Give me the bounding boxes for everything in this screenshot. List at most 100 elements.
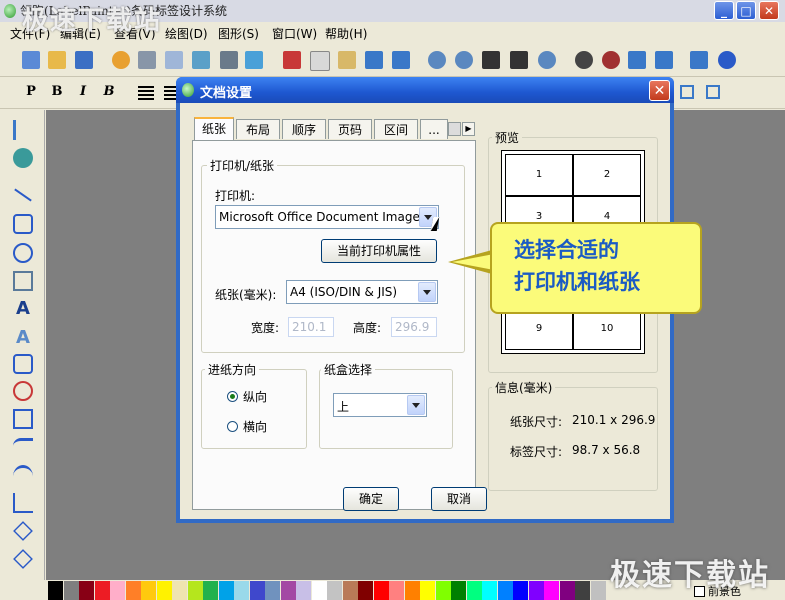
zoom-out-icon[interactable] [455,51,473,69]
color-swatch[interactable] [141,581,156,600]
rect-tool-icon[interactable] [13,214,33,234]
color-swatch[interactable] [218,581,234,600]
menu-shape[interactable]: 图形(S) [218,25,259,42]
save-icon[interactable] [75,51,93,69]
chevron-down-icon[interactable] [407,395,425,415]
lock-icon[interactable] [655,51,673,69]
color-swatch[interactable] [544,581,559,600]
new-icon[interactable] [22,51,40,69]
triangle-tool-icon[interactable] [13,521,33,541]
ungroup-icon[interactable] [706,85,720,99]
color-swatch[interactable] [48,581,63,600]
undo-icon[interactable] [365,51,383,69]
close-button[interactable]: ✕ [759,1,779,20]
color-swatch[interactable] [575,581,590,600]
color-swatch[interactable] [249,581,265,600]
menu-draw[interactable]: 绘图(D) [165,25,208,42]
paper-size-select[interactable]: A4 (ISO/DIN & JIS) [286,280,438,304]
copy-icon[interactable] [310,51,330,71]
tab-page-number[interactable]: 页码 [328,119,372,139]
color-swatch[interactable] [358,581,373,600]
art-text-tool-icon[interactable]: A [13,327,33,348]
image-tool-icon[interactable] [13,271,33,291]
italic-button[interactable]: I [74,84,92,102]
text-tool-icon[interactable]: A [13,298,33,319]
color-swatch[interactable] [389,581,404,600]
tab-range[interactable]: 区间 [374,119,418,139]
color-swatch[interactable] [296,581,311,600]
color-swatch[interactable] [327,581,342,600]
maximize-button[interactable]: □ [736,1,756,20]
tab-more[interactable]: ... [420,119,448,139]
color-swatch[interactable] [404,581,420,600]
polygon-tool-icon[interactable] [13,493,33,513]
color-swatch[interactable] [435,581,451,600]
curve-tool-icon[interactable] [13,438,33,461]
color-swatch[interactable] [156,581,172,600]
paste-icon[interactable] [338,51,356,69]
landscape-radio[interactable] [227,421,238,432]
color-swatch[interactable] [110,581,125,600]
hide-icon[interactable] [602,51,620,69]
color-swatch[interactable] [528,581,544,600]
database-icon[interactable] [192,51,210,69]
diamond-tool-icon[interactable] [13,549,33,569]
layer-icon[interactable] [628,51,646,69]
barcode-icon[interactable] [245,51,263,69]
color-swatch[interactable] [311,581,327,600]
color-swatch[interactable] [234,581,249,600]
color-swatch[interactable] [79,581,94,600]
color-swatch[interactable] [482,581,497,600]
fit-icon[interactable] [482,51,500,69]
dialog-close-button[interactable]: ✕ [649,80,670,101]
cut-icon[interactable] [283,51,301,69]
color-swatch[interactable] [451,581,466,600]
view-icon[interactable] [575,51,593,69]
arc-tool-icon[interactable] [13,465,33,488]
width-field[interactable]: 210.1 [288,317,334,337]
print-icon[interactable] [138,51,156,69]
bold-button[interactable]: B [48,84,66,102]
color-swatch[interactable] [63,581,79,600]
qrcode-tool-icon[interactable] [13,409,33,429]
color-swatch[interactable] [342,581,358,600]
height-field[interactable]: 296.9 [391,317,437,337]
line-tool-icon[interactable] [14,188,32,202]
cancel-button[interactable]: 取消 [431,487,487,511]
chevron-down-icon[interactable] [418,282,436,302]
printer-properties-button[interactable]: 当前打印机属性 [321,239,437,263]
ellipse-tool-icon[interactable] [13,243,33,263]
color-swatch[interactable] [559,581,575,600]
unknown-icon[interactable] [690,51,708,69]
bold-italic-button[interactable]: B [100,84,118,102]
color-swatch[interactable] [497,581,513,600]
ok-button[interactable]: 确定 [343,487,399,511]
color-swatch[interactable] [125,581,141,600]
zoom-icon[interactable] [538,51,556,69]
group-icon[interactable] [680,85,694,99]
color-swatch[interactable] [280,581,296,600]
minimize-button[interactable]: _ [714,1,734,20]
redo-icon[interactable] [392,51,410,69]
tab-order[interactable]: 顺序 [282,119,326,139]
color-swatch[interactable] [466,581,482,600]
menu-window[interactable]: 窗口(W) [272,25,317,42]
tab-scroll-right-icon[interactable]: ▶ [462,122,475,136]
color-swatch[interactable] [373,581,389,600]
open-icon[interactable] [48,51,66,69]
select-arrow-icon[interactable] [13,120,36,140]
color-swatch[interactable] [420,581,435,600]
tab-paper[interactable]: 纸张 [194,117,234,141]
tab-scroll-left-icon[interactable] [448,122,461,136]
color-swatch[interactable] [265,581,280,600]
color-swatch[interactable] [590,581,606,600]
barcode-tool-icon[interactable] [13,354,33,374]
printer-select[interactable]: Microsoft Office Document Image ... [215,205,439,229]
portrait-radio[interactable] [227,391,238,402]
format-p-button[interactable]: P [22,84,40,102]
print-preview-icon[interactable] [165,51,183,69]
menu-help[interactable]: 帮助(H) [325,25,367,42]
color-swatch[interactable] [94,581,110,600]
settings-icon[interactable] [112,51,130,69]
help-icon[interactable] [718,51,736,69]
